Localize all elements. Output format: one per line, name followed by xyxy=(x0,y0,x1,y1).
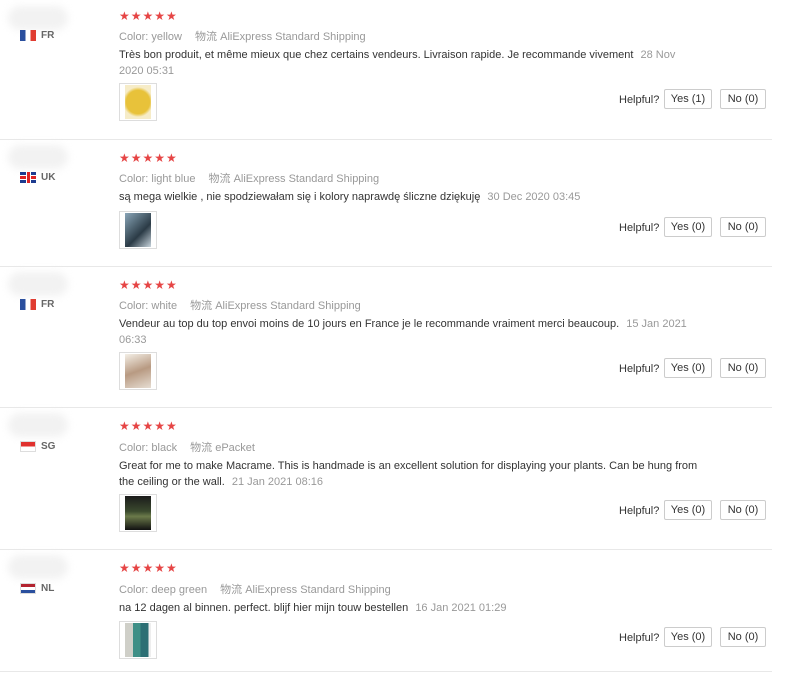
yarn-spools-photo-icon xyxy=(125,623,151,657)
color-label: Color: xyxy=(119,300,149,312)
yarn-photo-icon xyxy=(125,85,151,119)
helpful-yes-button[interactable]: Yes (0) xyxy=(664,358,712,378)
helpful-label: Helpful? xyxy=(619,505,660,517)
star-rating: ★★★★★ xyxy=(119,9,178,23)
review-date: 30 Dec 2020 03:45 xyxy=(487,191,581,203)
review-meta: Color: white 物流 AliExpress Standard Ship… xyxy=(119,297,361,313)
shipping-label: 物流 xyxy=(190,300,213,312)
review-text: Vendeur au top du top envoi moins de 10 … xyxy=(119,316,699,348)
country-code: NL xyxy=(41,583,55,594)
review-meta: Color: light blue 物流 AliExpress Standard… xyxy=(119,170,379,186)
blurred-avatar xyxy=(8,6,68,30)
review-item: UK ★★★★★ Color: light blue 物流 AliExpress… xyxy=(0,139,772,267)
blurred-avatar xyxy=(8,272,68,296)
blurred-avatar xyxy=(8,555,68,579)
color-value: white xyxy=(151,300,178,312)
review-photo-thumbnail[interactable] xyxy=(119,494,157,532)
helpful-no-button[interactable]: No (0) xyxy=(720,500,766,520)
blurred-avatar xyxy=(8,413,68,437)
review-body: Très bon produit, et même mieux que chez… xyxy=(119,49,634,61)
country-badge: NL xyxy=(20,583,54,594)
helpful-yes-button[interactable]: Yes (0) xyxy=(664,217,712,237)
country-code: UK xyxy=(41,172,56,183)
country-code: FR xyxy=(41,30,55,41)
france-flag-icon xyxy=(20,30,36,41)
review-photo-thumbnail[interactable] xyxy=(119,83,157,121)
netherlands-flag-icon xyxy=(20,583,36,594)
country-badge: UK xyxy=(20,172,55,183)
review-item: FR ★★★★★ Color: white 物流 AliExpress Stan… xyxy=(0,266,772,408)
color-value: black xyxy=(151,442,178,454)
uk-flag-icon xyxy=(20,172,36,183)
star-rating: ★★★★★ xyxy=(119,151,178,165)
review-body: Great for me to make Macrame. This is ha… xyxy=(119,460,698,488)
yarn-photo-icon xyxy=(125,213,151,247)
color-value: deep green xyxy=(151,584,208,596)
shipping-value: AliExpress Standard Shipping xyxy=(233,173,380,185)
helpful-label: Helpful? xyxy=(619,222,660,234)
shipping-label: 物流 xyxy=(208,173,231,185)
shipping-label: 物流 xyxy=(220,584,243,596)
color-label: Color: xyxy=(119,173,149,185)
review-item: NL ★★★★★ Color: deep green 物流 AliExpress… xyxy=(0,549,772,672)
star-rating: ★★★★★ xyxy=(119,419,178,433)
review-body: na 12 dagen al binnen. perfect. blijf hi… xyxy=(119,602,409,614)
france-flag-icon xyxy=(20,299,36,310)
helpful-no-button[interactable]: No (0) xyxy=(720,89,766,109)
shipping-value: AliExpress Standard Shipping xyxy=(220,31,366,43)
review-meta: Color: black 物流 ePacket xyxy=(119,439,255,455)
review-body: Vendeur au top du top envoi moins de 10 … xyxy=(119,318,620,330)
helpful-yes-button[interactable]: Yes (0) xyxy=(664,627,712,647)
macrame-photo-icon xyxy=(125,496,151,530)
review-photo-thumbnail[interactable] xyxy=(119,352,157,390)
review-item: FR ★★★★★ Color: yellow 物流 AliExpress Sta… xyxy=(0,0,772,140)
helpful-no-button[interactable]: No (0) xyxy=(720,358,766,378)
review-date: 21 Jan 2021 08:16 xyxy=(231,476,323,488)
star-rating: ★★★★★ xyxy=(119,278,178,292)
country-badge: FR xyxy=(20,299,54,310)
helpful-no-button[interactable]: No (0) xyxy=(720,627,766,647)
review-meta: Color: yellow 物流 AliExpress Standard Shi… xyxy=(119,28,366,44)
review-meta: Color: deep green 物流 AliExpress Standard… xyxy=(119,581,391,597)
shipping-value: ePacket xyxy=(215,442,255,454)
review-item: SG ★★★★★ Color: black 物流 ePacket Great f… xyxy=(0,407,772,550)
singapore-flag-icon xyxy=(20,441,36,452)
color-value: light blue xyxy=(151,173,196,185)
review-text: Great for me to make Macrame. This is ha… xyxy=(119,458,699,490)
shipping-value: AliExpress Standard Shipping xyxy=(215,300,361,312)
country-code: FR xyxy=(41,299,55,310)
review-text: są mega wielkie , nie spodziewałam się i… xyxy=(119,189,699,205)
helpful-no-button[interactable]: No (0) xyxy=(720,217,766,237)
color-label: Color: xyxy=(119,31,149,43)
review-text: Très bon produit, et même mieux que chez… xyxy=(119,47,699,79)
review-photo-thumbnail[interactable] xyxy=(119,211,157,249)
review-date: 16 Jan 2021 01:29 xyxy=(415,602,507,614)
review-photo-thumbnail[interactable] xyxy=(119,621,157,659)
blurred-avatar xyxy=(8,145,68,169)
shipping-label: 物流 xyxy=(195,31,218,43)
country-badge: SG xyxy=(20,441,55,452)
helpful-yes-button[interactable]: Yes (1) xyxy=(664,89,712,109)
helpful-label: Helpful? xyxy=(619,94,660,106)
review-body: są mega wielkie , nie spodziewałam się i… xyxy=(119,191,481,203)
helpful-label: Helpful? xyxy=(619,632,660,644)
helpful-label: Helpful? xyxy=(619,363,660,375)
shipping-value: AliExpress Standard Shipping xyxy=(245,584,391,596)
color-label: Color: xyxy=(119,442,149,454)
country-code: SG xyxy=(41,441,56,452)
shipping-label: 物流 xyxy=(190,442,213,454)
yarn-photo-icon xyxy=(125,354,151,388)
review-text: na 12 dagen al binnen. perfect. blijf hi… xyxy=(119,600,699,616)
star-rating: ★★★★★ xyxy=(119,561,178,575)
color-value: yellow xyxy=(151,31,182,43)
color-label: Color: xyxy=(119,584,149,596)
helpful-yes-button[interactable]: Yes (0) xyxy=(664,500,712,520)
country-badge: FR xyxy=(20,30,54,41)
